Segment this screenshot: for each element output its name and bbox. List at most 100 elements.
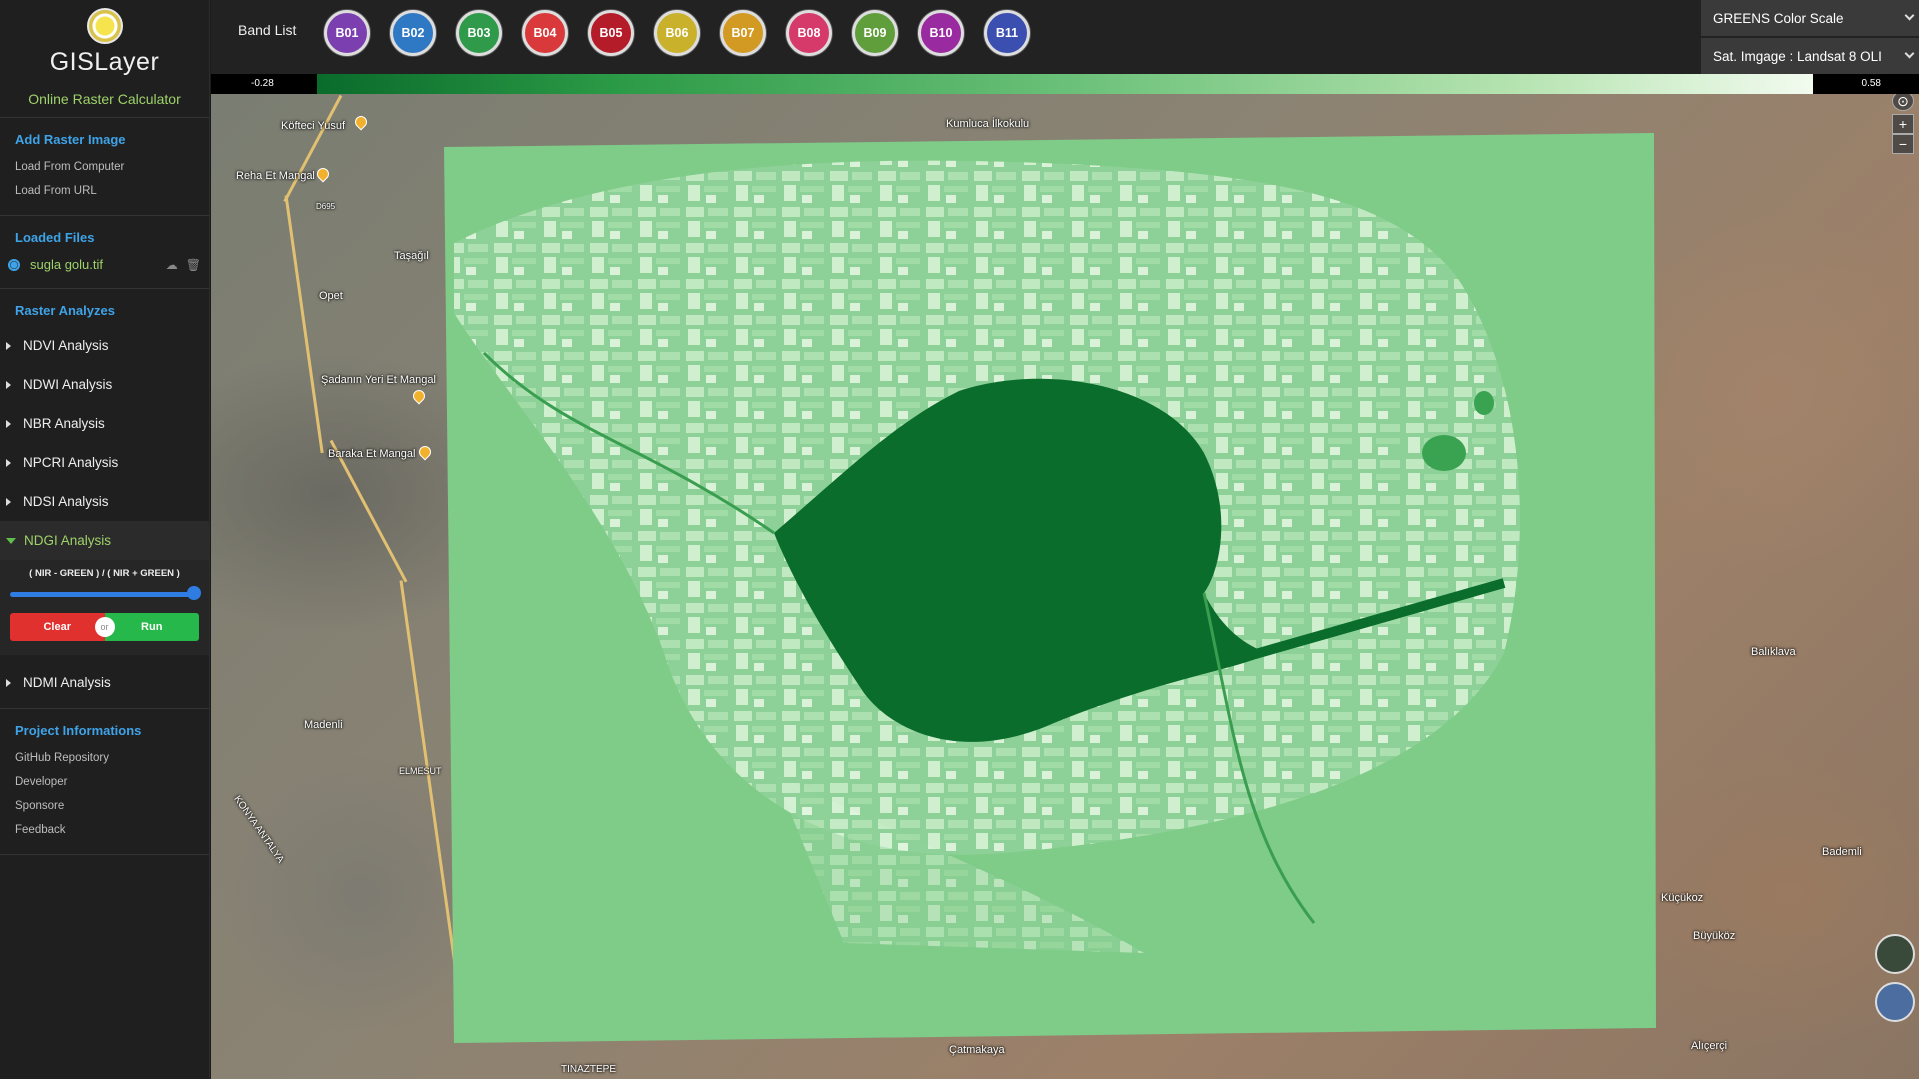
- band-button-b07[interactable]: B07: [720, 10, 766, 56]
- ndgi-slider[interactable]: [10, 586, 201, 600]
- loaded-files-section: Loaded Files sugla golu.tif ☁ 🗑: [0, 216, 209, 289]
- analysis-label: NPCRI Analysis: [23, 455, 119, 470]
- road: [283, 94, 343, 203]
- analysis-ndsi[interactable]: NDSI Analysis: [0, 482, 209, 521]
- road: [329, 439, 408, 583]
- analysis-nbr[interactable]: NBR Analysis: [0, 404, 209, 443]
- color-scale-gradient: [317, 74, 1813, 94]
- cloud-download-icon[interactable]: ☁: [166, 258, 178, 272]
- load-from-url-link[interactable]: Load From URL: [0, 179, 209, 203]
- file-item[interactable]: sugla golu.tif ☁ 🗑: [0, 253, 209, 276]
- chevron-down-icon: [1904, 48, 1915, 59]
- place-label: Şadanın Yeri Et Mangal: [321, 374, 436, 386]
- app-logo[interactable]: GISLayer: [0, 0, 209, 80]
- band-button-b09[interactable]: B09: [852, 10, 898, 56]
- caret-right-icon: [6, 678, 11, 687]
- band-button-b01[interactable]: B01: [324, 10, 370, 56]
- band-button-b04[interactable]: B04: [522, 10, 568, 56]
- place-label: Baraka Et Mangal: [328, 448, 416, 460]
- scale-max-value: 0.58: [1861, 78, 1881, 89]
- zoom-in-button[interactable]: +: [1892, 114, 1914, 134]
- or-badge: or: [94, 617, 115, 637]
- place-label: Kumluca İlkokulu: [946, 118, 1030, 130]
- place-label: Taşağıl: [394, 250, 429, 262]
- place-label: Reha Et Mangal: [236, 170, 315, 182]
- analysis-label: NDWI Analysis: [23, 377, 113, 392]
- place-label: Büyüköz: [1693, 930, 1736, 942]
- caret-right-icon: [6, 458, 11, 467]
- place-label: D695: [316, 202, 336, 211]
- ndgi-panel: ( NIR - GREEN ) / ( NIR + GREEN ) Clear …: [0, 560, 209, 655]
- color-scale-bar: -0.28 0.58: [211, 74, 1919, 94]
- ndgi-action-buttons: Clear Run or: [10, 613, 199, 641]
- analysis-ndvi[interactable]: NDVI Analysis: [0, 326, 209, 365]
- slider-handle[interactable]: [187, 586, 201, 600]
- map-canvas[interactable]: Kumluca İlkokulu Köfteci Yusuf Reha Et M…: [211, 94, 1919, 1079]
- band-button-b08[interactable]: B08: [786, 10, 832, 56]
- sat-image-select[interactable]: Sat. Imgage : Landsat 8 OLI: [1701, 38, 1919, 75]
- feedback-link[interactable]: Feedback: [0, 818, 209, 842]
- layer-switch-icon[interactable]: [1875, 982, 1915, 1022]
- place-label: ELMESUT: [399, 766, 442, 776]
- analysis-ndgi[interactable]: NDGI Analysis: [0, 521, 209, 560]
- sponsore-link[interactable]: Sponsore: [0, 794, 209, 818]
- analysis-ndwi[interactable]: NDWI Analysis: [0, 365, 209, 404]
- color-scale-select[interactable]: GREENS Color Scale: [1701, 0, 1919, 37]
- color-scale-value: GREENS Color Scale: [1713, 10, 1844, 26]
- app-name: GISLayer: [49, 48, 160, 76]
- project-info-title: Project Informations: [15, 723, 142, 738]
- poi-marker-icon[interactable]: [314, 165, 332, 183]
- band-button-b05[interactable]: B05: [588, 10, 634, 56]
- loaded-files-title: Loaded Files: [15, 230, 95, 245]
- analysis-label: NDMI Analysis: [23, 675, 111, 690]
- caret-down-icon: [6, 537, 16, 544]
- sidebar: GISLayer Online Raster Calculator Add Ra…: [0, 0, 210, 1079]
- raster-analyzes-section: Raster Analyzes NDVI Analysis NDWI Analy…: [0, 289, 209, 709]
- poi-marker-icon[interactable]: [416, 443, 434, 461]
- slider-track: [10, 592, 199, 597]
- run-button[interactable]: Run: [104, 613, 199, 641]
- app-subtitle: Online Raster Calculator: [0, 80, 209, 118]
- band-button-b02[interactable]: B02: [390, 10, 436, 56]
- compass-icon[interactable]: ⊙: [1892, 94, 1914, 111]
- caret-right-icon: [6, 497, 11, 506]
- place-label: Bademli: [1822, 846, 1862, 858]
- add-raster-section: Add Raster Image Load From Computer Load…: [0, 118, 209, 216]
- band-button-b06[interactable]: B06: [654, 10, 700, 56]
- developer-link[interactable]: Developer: [0, 770, 209, 794]
- file-select-radio[interactable]: [8, 258, 20, 271]
- chevron-down-icon: [1904, 10, 1915, 21]
- github-repository-link[interactable]: GitHub Repository: [0, 746, 209, 770]
- band-button-b03[interactable]: B03: [456, 10, 502, 56]
- place-label: Çatmakaya: [949, 1044, 1005, 1056]
- globe-icon[interactable]: [1875, 934, 1915, 974]
- caret-right-icon: [6, 380, 11, 389]
- poi-marker-icon[interactable]: [410, 387, 428, 405]
- top-toolbar: Band List B01 B02 B03 B04 B05 B06 B07 B08 B09 B10…: [211, 0, 1919, 75]
- band-button-b10[interactable]: B10: [918, 10, 964, 56]
- raster-analyzes-title: Raster Analyzes: [15, 303, 115, 318]
- poi-marker-icon[interactable]: [352, 113, 370, 131]
- zoom-out-button[interactable]: −: [1892, 134, 1914, 154]
- analysis-ndmi[interactable]: NDMI Analysis: [0, 663, 209, 702]
- vegetation-patch: [1474, 391, 1494, 415]
- sat-image-value: Sat. Imgage : Landsat 8 OLI: [1713, 48, 1882, 64]
- place-label: KONYA ANTALYA: [231, 793, 286, 866]
- project-info-section: Project Informations GitHub Repository D…: [0, 709, 209, 855]
- road: [284, 195, 324, 454]
- band-button-b11[interactable]: B11: [984, 10, 1030, 56]
- ndgi-formula: ( NIR - GREEN ) / ( NIR + GREEN ): [29, 568, 180, 579]
- analysis-npcri[interactable]: NPCRI Analysis: [0, 443, 209, 482]
- logo-icon: [86, 8, 123, 44]
- file-name: sugla golu.tif: [30, 257, 103, 272]
- scale-min-value: -0.28: [251, 78, 274, 89]
- trash-icon[interactable]: 🗑: [186, 258, 201, 272]
- caret-right-icon: [6, 341, 11, 350]
- ndgi-raster-overlay: [444, 133, 1656, 1043]
- clear-button[interactable]: Clear: [10, 613, 105, 641]
- add-raster-title: Add Raster Image: [15, 132, 126, 147]
- place-label: Balıklava: [1751, 646, 1796, 658]
- load-from-computer-link[interactable]: Load From Computer: [0, 155, 209, 179]
- place-label: TINAZTEPE: [561, 1064, 617, 1075]
- place-label: Köfteci Yusuf: [281, 120, 346, 132]
